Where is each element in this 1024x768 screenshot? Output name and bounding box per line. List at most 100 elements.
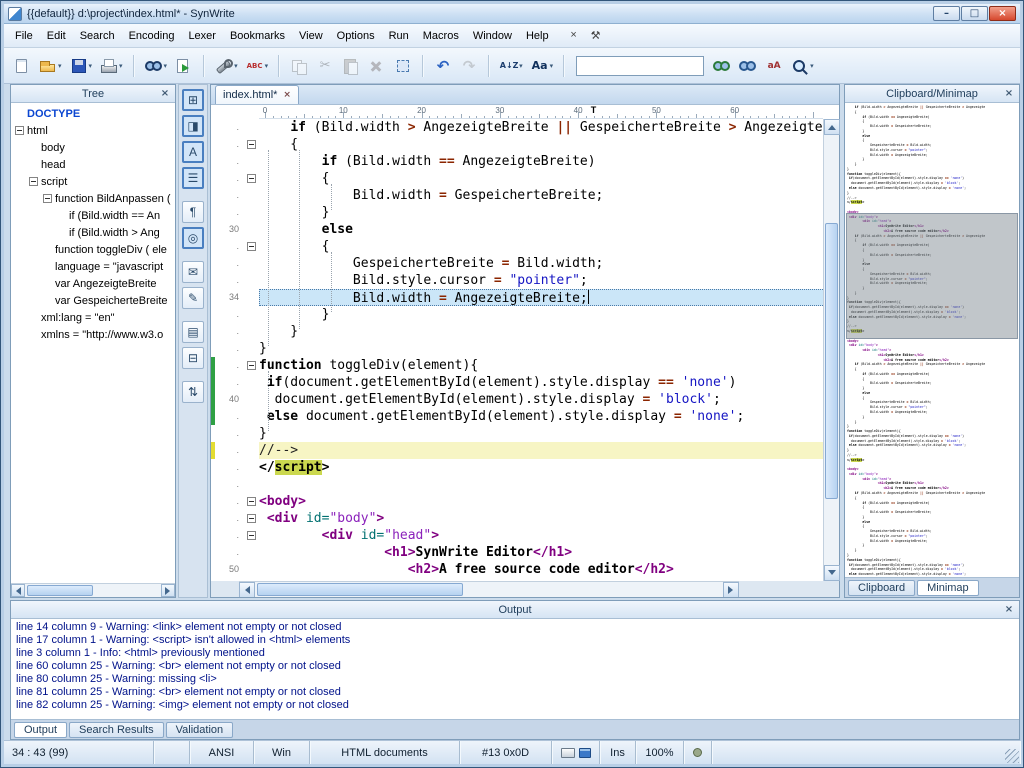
fold-collapse-icon[interactable] xyxy=(247,140,256,149)
maximize-button[interactable]: □ xyxy=(961,6,988,21)
copy-button[interactable] xyxy=(287,53,311,79)
scroll-right-icon[interactable] xyxy=(161,584,175,597)
side-paragraph-button[interactable]: ¶ xyxy=(182,201,204,223)
tree-item[interactable]: if (Bild.width == An xyxy=(11,207,175,224)
code-line[interactable]: . } xyxy=(211,306,839,323)
redo-button[interactable]: ↷ xyxy=(457,53,481,79)
find-prev-button[interactable] xyxy=(736,53,760,79)
tree-item[interactable]: function toggleDiv ( ele xyxy=(11,241,175,258)
tools-button[interactable]: ▾ xyxy=(212,53,241,79)
code-line[interactable]: . <h1>SynWrite Editor</h1> xyxy=(211,544,839,561)
open-file-button[interactable]: ▾ xyxy=(36,53,65,79)
caret-position-indicator[interactable]: 34 : 43 (99) xyxy=(4,741,154,764)
save-file-button[interactable]: ▾ xyxy=(67,53,96,79)
editor-horizontal-scrollbar[interactable] xyxy=(239,581,739,597)
cut-button[interactable]: ✂ xyxy=(313,53,337,79)
side-lines-button[interactable]: ▤ xyxy=(182,321,204,343)
sort-button[interactable]: A↓Z▾ xyxy=(497,53,526,79)
code-line[interactable]: .function toggleDiv(element){ xyxy=(211,357,839,374)
scroll-down-icon[interactable] xyxy=(824,565,840,581)
code-line[interactable]: . { xyxy=(211,136,839,153)
side-zoom-button[interactable]: ◎ xyxy=(182,227,204,249)
tree-item[interactable]: html xyxy=(11,122,175,139)
minimap-close-icon[interactable]: × xyxy=(1002,87,1016,101)
print-button[interactable]: ▾ xyxy=(97,53,126,79)
code-line[interactable]: .</script> xyxy=(211,459,839,476)
code-line[interactable]: . Bild.style.cursor = "pointer"; xyxy=(211,272,839,289)
tab-close-icon[interactable]: × xyxy=(283,90,291,100)
code-line[interactable]: .} xyxy=(211,425,839,442)
menu-item-lexer[interactable]: Lexer xyxy=(181,27,223,45)
scrollbar-thumb[interactable] xyxy=(825,223,838,499)
tree-item[interactable]: head xyxy=(11,156,175,173)
output-line[interactable]: line 82 column 25 - Warning: <img> eleme… xyxy=(13,699,1019,712)
keyboard-icon[interactable] xyxy=(561,748,575,758)
insert-mode-indicator[interactable]: Ins xyxy=(600,741,636,764)
side-text-button[interactable]: A xyxy=(182,141,204,163)
paste-button[interactable] xyxy=(339,53,363,79)
minimize-button[interactable]: – xyxy=(933,6,960,21)
undo-button[interactable]: ↶ xyxy=(431,53,455,79)
zoom-indicator[interactable]: 100% xyxy=(636,741,684,764)
panel-icon[interactable] xyxy=(579,748,591,758)
spellcheck-button[interactable]: ABC▾ xyxy=(243,53,272,79)
tree-collapse-icon[interactable] xyxy=(29,177,38,186)
code-line[interactable]: . if(document.getElementById(element).st… xyxy=(211,374,839,391)
code-line[interactable]: . { xyxy=(211,238,839,255)
match-case-button[interactable]: aA xyxy=(762,53,786,79)
output-line[interactable]: line 14 column 9 - Warning: <link> eleme… xyxy=(13,621,1019,634)
tab-validation[interactable]: Validation xyxy=(166,722,234,738)
resize-grip[interactable] xyxy=(1005,749,1019,763)
menu-item-edit[interactable]: Edit xyxy=(40,27,73,45)
menu-item-encoding[interactable]: Encoding xyxy=(122,27,182,45)
titlebar[interactable]: {{default}} d:\project\index.html* - Syn… xyxy=(4,4,1020,24)
code-line[interactable]: .//--> xyxy=(211,442,839,459)
tree-collapse-icon[interactable] xyxy=(15,126,24,135)
code-line[interactable]: . { xyxy=(211,170,839,187)
fold-collapse-icon[interactable] xyxy=(247,497,256,506)
code-line[interactable]: . } xyxy=(211,204,839,221)
scroll-up-icon[interactable] xyxy=(824,119,840,135)
menu-item-file[interactable]: File xyxy=(8,27,40,45)
tree-close-icon[interactable]: × xyxy=(158,87,172,101)
side-tree-button[interactable]: ⊞ xyxy=(182,89,204,111)
tree-item[interactable]: var AngezeigteBreite xyxy=(11,275,175,292)
code-line[interactable]: .} xyxy=(211,340,839,357)
output-line[interactable]: line 81 column 25 - Warning: <br> elemen… xyxy=(13,686,1019,699)
menu-item-bookmarks[interactable]: Bookmarks xyxy=(223,27,292,45)
find-next-button[interactable] xyxy=(710,53,734,79)
code-line[interactable]: .<body> xyxy=(211,493,839,510)
goto-button[interactable] xyxy=(172,53,196,79)
code-line[interactable]: 34 Bild.width = AngezeigteBreite; xyxy=(211,289,839,306)
tree-item[interactable]: function BildAnpassen ( xyxy=(11,190,175,207)
fold-collapse-icon[interactable] xyxy=(247,361,256,370)
fold-collapse-icon[interactable] xyxy=(247,242,256,251)
scroll-left-icon[interactable] xyxy=(239,582,255,597)
tab-clipboard[interactable]: Clipboard xyxy=(848,580,915,596)
code-line[interactable]: 40 document.getElementById(element).styl… xyxy=(211,391,839,408)
tree-item[interactable]: body xyxy=(11,139,175,156)
code-line[interactable]: . if (Bild.width > AngezeigteBreite || G… xyxy=(211,119,839,136)
encoding-indicator[interactable]: ANSI xyxy=(190,741,254,764)
tab-output[interactable]: Output xyxy=(14,722,67,738)
tree-item[interactable]: DOCTYPE xyxy=(11,105,175,122)
menu-item-view[interactable]: View xyxy=(292,27,330,45)
tree-item[interactable]: xmlns = "http://www.w3.o xyxy=(11,326,175,343)
fold-collapse-icon[interactable] xyxy=(247,174,256,183)
code-area[interactable]: . if (Bild.width > AngezeigteBreite || G… xyxy=(211,119,839,597)
code-line[interactable]: 50 <h2>A free source code editor</h2> xyxy=(211,561,839,578)
select-all-button[interactable] xyxy=(391,53,415,79)
minimap-viewport[interactable] xyxy=(846,213,1018,339)
line-endings-indicator[interactable]: Win xyxy=(254,741,310,764)
close-button[interactable]: × xyxy=(989,6,1016,21)
editor-vertical-scrollbar[interactable] xyxy=(823,119,839,581)
tab-index-html[interactable]: index.html* × xyxy=(215,85,299,104)
new-file-button[interactable] xyxy=(10,53,34,79)
minimap[interactable]: if (Bild.width > AngezeigteBreite || Ges… xyxy=(845,103,1019,577)
tab-minimap[interactable]: Minimap xyxy=(917,580,979,596)
scroll-right-icon[interactable] xyxy=(723,582,739,597)
tree-item[interactable]: var GespeicherteBreite xyxy=(11,292,175,309)
code-line[interactable]: . GespeicherteBreite = Bild.width; xyxy=(211,255,839,272)
menu-tools-icon[interactable]: ⚒ xyxy=(588,29,604,42)
code-line[interactable]: . } xyxy=(211,323,839,340)
